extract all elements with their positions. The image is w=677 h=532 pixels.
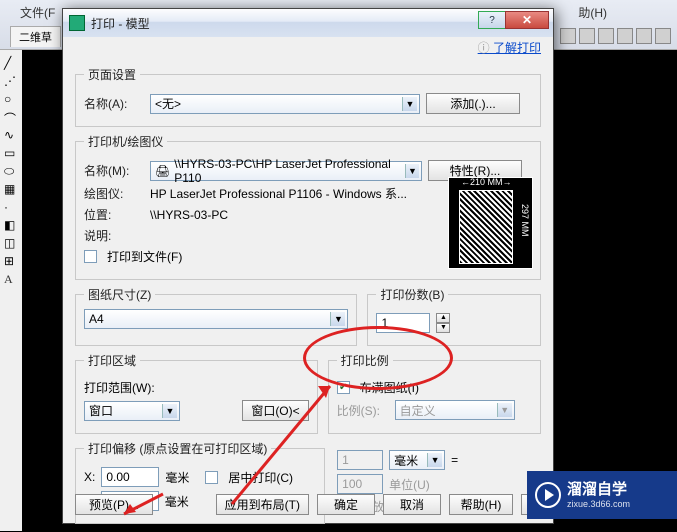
add-pagesetup-button[interactable]: 添加(.)... bbox=[426, 93, 520, 114]
tool-rect-icon[interactable]: ▭ bbox=[4, 146, 18, 160]
tab-sketch[interactable]: 二维草 bbox=[10, 26, 61, 47]
chevron-down-icon: ▼ bbox=[427, 453, 442, 467]
tool-polyline-icon[interactable]: ⋰ bbox=[4, 74, 18, 88]
fit-to-paper-checkbox[interactable]: ✔ bbox=[337, 381, 350, 394]
printer-icon: 🖨 bbox=[155, 164, 170, 178]
equals-label: = bbox=[451, 453, 458, 467]
tb-icon-3[interactable] bbox=[598, 28, 614, 44]
paper-width-label: ←210 MM→ bbox=[461, 177, 512, 187]
copies-legend: 打印份数(B) bbox=[376, 286, 448, 303]
paper-height-label: 297 MM bbox=[520, 204, 530, 237]
help-button[interactable]: ? bbox=[478, 11, 506, 29]
description-label: 说明: bbox=[84, 227, 144, 244]
paper-size-select[interactable]: A4 ▼ bbox=[84, 309, 348, 329]
tool-table-icon[interactable]: ⊞ bbox=[4, 254, 18, 268]
app-icon bbox=[69, 15, 85, 31]
titlebar[interactable]: 打印 - 模型 ? ✕ bbox=[63, 9, 553, 37]
scale-ratio-label: 比例(S): bbox=[337, 402, 389, 419]
tool-hatch-icon[interactable]: ▦ bbox=[4, 182, 18, 196]
paper-size-group: 图纸尺寸(Z) A4 ▼ bbox=[75, 286, 357, 346]
left-toolbar: ╱ ⋰ ○ ⌒ ∿ ▭ ⬭ ▦ · ◧ ◫ ⊞ A bbox=[0, 50, 22, 531]
tb-icon-1[interactable] bbox=[560, 28, 576, 44]
tool-ellipse-icon[interactable]: ⬭ bbox=[4, 164, 18, 178]
tool-spline-icon[interactable]: ∿ bbox=[4, 128, 18, 142]
scale-ratio-select: 自定义 ▼ bbox=[395, 400, 515, 420]
print-scale-legend: 打印比例 bbox=[337, 352, 393, 369]
printer-legend: 打印机/绘图仪 bbox=[84, 133, 167, 150]
tb-icon-4[interactable] bbox=[617, 28, 633, 44]
preview-button[interactable]: 预览(P)... bbox=[75, 494, 153, 515]
center-print-label: 居中打印(C) bbox=[228, 469, 293, 486]
help-button[interactable]: 帮助(H) bbox=[449, 494, 513, 515]
center-print-checkbox[interactable] bbox=[205, 471, 218, 484]
print-scale-group: 打印比例 ✔ 布满图纸(I) 比例(S): 自定义 ▼ bbox=[328, 352, 541, 434]
window-pick-button[interactable]: 窗口(O)< bbox=[242, 400, 308, 421]
print-to-file-checkbox[interactable] bbox=[84, 250, 97, 263]
copies-spinner[interactable]: ▲▼ bbox=[436, 313, 450, 333]
tb-icon-5[interactable] bbox=[636, 28, 652, 44]
close-button[interactable]: ✕ bbox=[505, 11, 549, 29]
apply-layout-button[interactable]: 应用到布局(T) bbox=[216, 494, 309, 515]
tool-block-icon[interactable]: ◫ bbox=[4, 236, 18, 250]
tool-arc-icon[interactable]: ⌒ bbox=[4, 110, 18, 124]
watermark-url: zixue.3d66.com bbox=[567, 499, 630, 510]
scale-units-input: 100 bbox=[337, 474, 383, 494]
tool-text-icon[interactable]: A bbox=[4, 272, 18, 286]
chevron-down-icon: ▼ bbox=[402, 97, 417, 111]
offset-x-unit: 毫米 bbox=[165, 469, 189, 486]
scale-unit-select[interactable]: 毫米 ▼ bbox=[389, 450, 445, 470]
watermark-title: 溜溜自学 bbox=[567, 481, 630, 499]
print-to-file-label: 打印到文件(F) bbox=[107, 248, 182, 265]
tb-icon-6[interactable] bbox=[655, 28, 671, 44]
tool-region-icon[interactable]: ◧ bbox=[4, 218, 18, 232]
ok-button[interactable]: 确定 bbox=[317, 494, 375, 515]
chevron-down-icon: ▼ bbox=[330, 312, 345, 326]
pagesetup-name-label: 名称(A): bbox=[84, 95, 144, 112]
printer-name-select[interactable]: 🖨\\HYRS-03-PC\HP LaserJet Professional P… bbox=[150, 161, 422, 181]
print-dialog: 打印 - 模型 ? ✕ ⓘ 了解打印 页面设置 名称(A): <无> ▼ 添加(… bbox=[62, 8, 554, 524]
pagesetup-name-select[interactable]: <无> ▼ bbox=[150, 94, 420, 114]
tb-icon-2[interactable] bbox=[579, 28, 595, 44]
scale-detail: 1 毫米 ▼ = 100 单位(U) 缩放线宽(L) bbox=[335, 440, 541, 530]
watermark: 溜溜自学 zixue.3d66.com bbox=[527, 471, 677, 519]
print-range-label: 打印范围(W): bbox=[84, 379, 155, 396]
chevron-down-icon: ▼ bbox=[405, 164, 419, 178]
help-menu[interactable]: 助(H) bbox=[578, 4, 607, 21]
chevron-down-icon: ▼ bbox=[162, 404, 177, 418]
scale-one-input: 1 bbox=[337, 450, 383, 470]
units-label: 单位(U) bbox=[389, 476, 430, 493]
print-area-group: 打印区域 打印范围(W): 窗口 ▼ 窗口(O)< bbox=[75, 352, 318, 434]
page-setup-group: 页面设置 名称(A): <无> ▼ 添加(.)... bbox=[75, 66, 541, 127]
offset-x-label: X: bbox=[84, 470, 95, 484]
play-icon bbox=[535, 482, 561, 508]
page-setup-legend: 页面设置 bbox=[84, 66, 140, 83]
file-menu[interactable]: 文件(F bbox=[20, 4, 55, 21]
paper-sheet-icon bbox=[459, 190, 513, 264]
dialog-button-row: 预览(P)... 应用到布局(T) 确定 取消 帮助(H) > bbox=[75, 494, 541, 515]
print-area-legend: 打印区域 bbox=[84, 352, 140, 369]
tool-circle-icon[interactable]: ○ bbox=[4, 92, 18, 106]
fit-to-paper-label: 布满图纸(I) bbox=[360, 379, 419, 396]
plotter-value: HP LaserJet Professional P1106 - Windows… bbox=[150, 185, 407, 202]
learn-print-link[interactable]: ⓘ 了解打印 bbox=[63, 37, 553, 58]
cancel-button[interactable]: 取消 bbox=[383, 494, 441, 515]
offset-x-input[interactable]: 0.00 bbox=[101, 467, 159, 487]
print-range-select[interactable]: 窗口 ▼ bbox=[84, 401, 180, 421]
toolbar-icons bbox=[560, 28, 671, 44]
location-label: 位置: bbox=[84, 206, 144, 223]
tool-line-icon[interactable]: ╱ bbox=[4, 56, 18, 70]
copies-group: 打印份数(B) 1 ▲▼ bbox=[367, 286, 541, 346]
print-offset-legend: 打印偏移 (原点设置在可打印区域) bbox=[84, 440, 271, 457]
paper-preview: ←210 MM→ 297 MM bbox=[448, 177, 533, 269]
dialog-title: 打印 - 模型 bbox=[91, 15, 150, 32]
paper-size-legend: 图纸尺寸(Z) bbox=[84, 286, 155, 303]
printer-name-label: 名称(M): bbox=[84, 162, 144, 179]
copies-input[interactable]: 1 bbox=[376, 313, 430, 333]
plotter-label: 绘图仪: bbox=[84, 185, 144, 202]
tool-point-icon[interactable]: · bbox=[4, 200, 18, 214]
location-value: \\HYRS-03-PC bbox=[150, 208, 228, 222]
chevron-down-icon: ▼ bbox=[497, 403, 512, 417]
